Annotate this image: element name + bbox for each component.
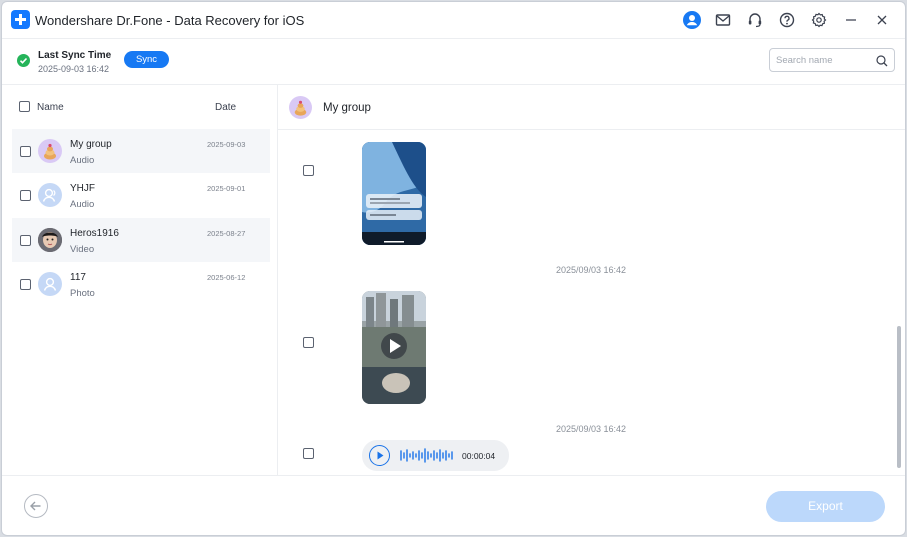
contact-name: YHJF	[70, 183, 95, 194]
message-timestamp: 2025/09/03 16:42	[556, 424, 627, 434]
back-button[interactable]	[24, 494, 48, 518]
column-header-name[interactable]: Name	[37, 102, 64, 113]
minimize-icon[interactable]	[842, 11, 860, 29]
chat-panel: My group 2025/09/03 16:42 2025/09/03 16:…	[278, 85, 905, 475]
contact-date: 2025-09-03	[207, 140, 246, 149]
search-input[interactable]	[776, 52, 871, 68]
voice-duration: 00:00:04	[462, 451, 496, 461]
row-checkbox[interactable]	[20, 190, 31, 201]
waveform-icon	[400, 448, 453, 463]
contact-date: 2025-09-01	[207, 184, 246, 193]
voice-message[interactable]: 00:00:04	[362, 440, 509, 471]
row-checkbox[interactable]	[20, 279, 31, 290]
contact-name: My group	[70, 139, 112, 150]
search-box	[769, 48, 895, 72]
contact-type: Photo	[70, 288, 95, 299]
row-checkbox[interactable]	[20, 146, 31, 157]
account-icon[interactable]	[683, 11, 701, 29]
list-item-heros1916[interactable]: Heros1916 Video 2025-08-27	[12, 218, 270, 262]
sync-button[interactable]: Sync	[124, 51, 169, 68]
group-avatar-icon	[38, 139, 62, 163]
back-arrow-icon	[30, 501, 41, 511]
user-avatar-icon	[38, 183, 62, 207]
footer-bar: Export	[2, 475, 905, 535]
settings-icon[interactable]	[810, 11, 828, 29]
message-checkbox[interactable]	[303, 448, 314, 459]
close-icon[interactable]	[873, 11, 891, 29]
export-button[interactable]: Export	[766, 491, 885, 522]
column-header-date[interactable]: Date	[215, 102, 236, 113]
help-icon[interactable]	[778, 11, 796, 29]
mail-icon[interactable]	[714, 11, 732, 29]
contact-date: 2025-06-12	[207, 273, 246, 282]
group-avatar-icon	[289, 96, 312, 119]
select-all-checkbox[interactable]	[19, 101, 30, 112]
user-avatar-icon	[38, 272, 62, 296]
chat-scrollbar[interactable]	[897, 326, 901, 468]
sync-status-check-icon	[17, 54, 30, 67]
contact-type: Audio	[70, 155, 95, 166]
chat-title: My group	[323, 102, 371, 114]
app-logo	[11, 10, 30, 29]
sync-bar: Last Sync Time 2025-09-03 16:42 Sync	[2, 39, 905, 85]
app-title: Wondershare Dr.Fone - Data Recovery for …	[35, 13, 305, 28]
contact-name: Heros1916	[70, 228, 119, 239]
contact-type: Video	[70, 244, 95, 255]
search-icon[interactable]	[876, 54, 888, 72]
list-item-yhjf[interactable]: YHJF Audio 2025-09-01	[12, 173, 270, 217]
message-timestamp: 2025/09/03 16:42	[556, 265, 627, 275]
message-checkbox[interactable]	[303, 165, 314, 176]
headset-icon[interactable]	[746, 11, 764, 29]
image-message-thumbnail[interactable]	[362, 142, 426, 245]
chat-header: My group	[278, 85, 905, 130]
contact-date: 2025-08-27	[207, 229, 246, 238]
play-icon[interactable]	[381, 333, 407, 359]
app-window: Wondershare Dr.Fone - Data Recovery for …	[1, 1, 906, 536]
conversation-list-panel: Name Date My group Audio 2025-09-03 YHJF…	[2, 85, 278, 475]
contact-type: Audio	[70, 199, 95, 210]
list-header: Name Date	[2, 85, 277, 127]
contact-name: 117	[70, 272, 86, 283]
title-bar: Wondershare Dr.Fone - Data Recovery for …	[2, 2, 905, 39]
voice-play-icon[interactable]	[369, 445, 390, 466]
list-item-my-group[interactable]: My group Audio 2025-09-03	[12, 129, 270, 173]
list-item-117[interactable]: 117 Photo 2025-06-12	[12, 262, 270, 306]
last-sync-time: 2025-09-03 16:42	[38, 64, 110, 74]
message-checkbox[interactable]	[303, 337, 314, 348]
row-checkbox[interactable]	[20, 235, 31, 246]
last-sync-label: Last Sync Time	[38, 50, 112, 61]
photo-avatar-icon	[38, 228, 62, 252]
